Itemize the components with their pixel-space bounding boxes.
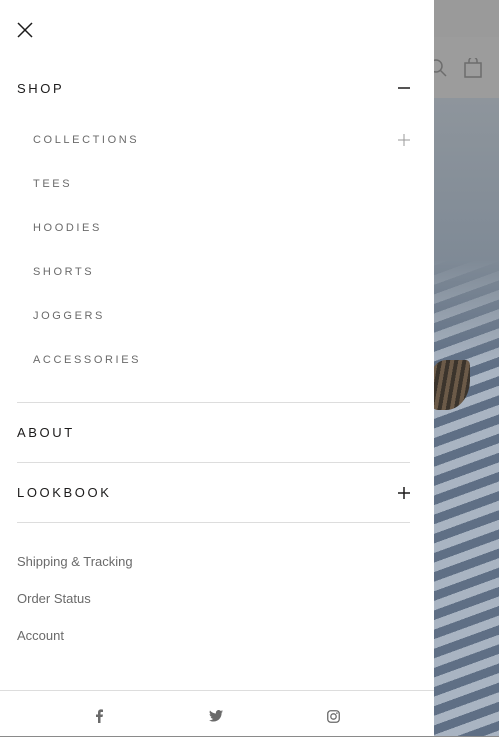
submenu-item-joggers[interactable]: JOGGERS (17, 294, 410, 338)
submenu-item-accessories[interactable]: ACCESSORIES (17, 338, 410, 382)
social-footer (0, 690, 434, 737)
facebook-link[interactable] (90, 707, 108, 725)
menu-shop-label: SHOP (17, 80, 65, 96)
submenu-item-label: JOGGERS (33, 310, 105, 322)
twitter-icon (209, 710, 223, 722)
secondary-links: Shipping & Tracking Order Status Account (17, 543, 410, 654)
submenu-item-label: COLLECTIONS (33, 134, 140, 146)
menu-lookbook-label: LOOKBOOK (17, 485, 112, 500)
submenu-item-hoodies[interactable]: HOODIES (17, 206, 410, 250)
plus-icon (398, 134, 410, 146)
submenu-item-collections[interactable]: COLLECTIONS (17, 118, 410, 162)
close-button[interactable] (14, 19, 36, 41)
instagram-link[interactable] (324, 707, 342, 725)
main-nav: SHOP COLLECTIONS TEES HOODIES SHORTS JOG… (17, 70, 410, 654)
cart-icon (463, 58, 483, 78)
link-order-status[interactable]: Order Status (17, 580, 410, 617)
submenu-item-label: TEES (33, 178, 73, 190)
menu-about-label: ABOUT (17, 425, 75, 440)
submenu-item-label: SHORTS (33, 266, 95, 278)
navigation-drawer: SHOP COLLECTIONS TEES HOODIES SHORTS JOG… (0, 0, 434, 736)
submenu-item-label: ACCESSORIES (33, 354, 142, 366)
menu-about-link[interactable]: ABOUT (17, 403, 410, 462)
minus-icon (398, 87, 410, 89)
link-shipping-tracking[interactable]: Shipping & Tracking (17, 543, 410, 580)
menu-lookbook-toggle[interactable]: LOOKBOOK (17, 463, 410, 522)
close-icon (17, 22, 33, 38)
menu-shop-toggle[interactable]: SHOP (17, 70, 410, 106)
instagram-icon (326, 709, 340, 723)
submenu-item-tees[interactable]: TEES (17, 162, 410, 206)
shop-submenu: COLLECTIONS TEES HOODIES SHORTS JOGGERS … (17, 118, 410, 382)
submenu-item-shorts[interactable]: SHORTS (17, 250, 410, 294)
link-account[interactable]: Account (17, 617, 410, 654)
twitter-link[interactable] (207, 707, 225, 725)
facebook-icon (96, 709, 103, 723)
divider (17, 522, 410, 523)
plus-icon (398, 486, 410, 499)
submenu-item-label: HOODIES (33, 222, 102, 234)
